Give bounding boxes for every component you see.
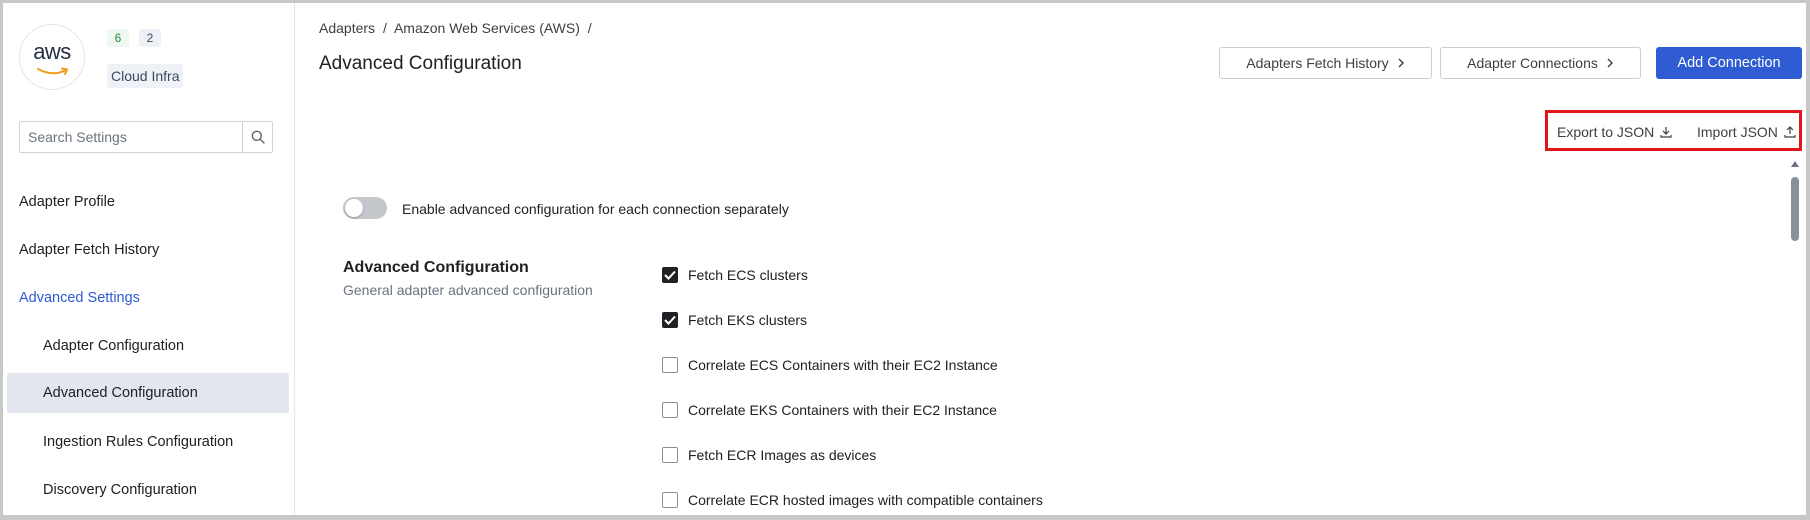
download-icon (1660, 127, 1672, 138)
import-json-label: Import JSON (1697, 124, 1778, 140)
option-row[interactable]: Fetch ECS clusters (662, 265, 808, 285)
sidebar-item-discovery-configuration[interactable]: Discovery Configuration (3, 470, 291, 510)
aws-logo: aws (19, 24, 85, 90)
scroll-up-arrow-icon[interactable] (1791, 161, 1799, 167)
checkbox-checked[interactable] (662, 312, 678, 328)
page-title: Advanced Configuration (319, 53, 522, 74)
option-label: Fetch ECS clusters (688, 267, 808, 283)
checkmark-icon (664, 315, 676, 325)
option-row[interactable]: Fetch ECR Images as devices (662, 445, 876, 465)
success-count-badge: 6 (107, 29, 129, 47)
connection-count-badge: 2 (139, 29, 161, 47)
chevron-right-icon (1398, 58, 1404, 68)
search-button[interactable] (242, 122, 272, 152)
toggle-knob (345, 199, 363, 217)
checkbox-checked[interactable] (662, 267, 678, 283)
sidebar-item-adapter-fetch-history[interactable]: Adapter Fetch History (3, 230, 291, 270)
settings-sidebar: aws 6 2 Cloud Infra Adapter Profile Adap… (3, 3, 295, 515)
chevron-right-icon (1607, 58, 1613, 68)
add-connection-button[interactable]: Add Connection (1656, 47, 1802, 79)
app-window: aws 6 2 Cloud Infra Adapter Profile Adap… (3, 3, 1806, 515)
per-connection-toggle[interactable] (343, 197, 387, 219)
export-json-button[interactable]: Export to JSON (1557, 124, 1672, 140)
fetch-history-label: Adapters Fetch History (1246, 55, 1389, 71)
checkbox-unchecked[interactable] (662, 402, 678, 418)
export-json-label: Export to JSON (1557, 124, 1655, 140)
scrollbar[interactable] (1789, 161, 1801, 515)
search-input[interactable] (20, 122, 242, 152)
breadcrumb-separator: / (587, 20, 592, 36)
category-chip: Cloud Infra (107, 64, 184, 88)
sidebar-item-adapter-profile[interactable]: Adapter Profile (3, 182, 291, 222)
option-label: Correlate EKS Containers with their EC2 … (688, 402, 997, 418)
upload-icon (1784, 126, 1796, 138)
option-row[interactable]: Correlate EKS Containers with their EC2 … (662, 400, 997, 420)
breadcrumb: Adapters / Amazon Web Services (AWS) / (319, 20, 596, 36)
checkbox-unchecked[interactable] (662, 492, 678, 508)
sidebar-item-adapter-configuration[interactable]: Adapter Configuration (3, 326, 291, 366)
checkbox-unchecked[interactable] (662, 357, 678, 373)
section-title: Advanced Configuration (343, 259, 529, 276)
sidebar-item-ingestion-rules[interactable]: Ingestion Rules Configuration (3, 422, 291, 462)
scroll-thumb[interactable] (1791, 177, 1799, 241)
sidebar-item-advanced-settings[interactable]: Advanced Settings (3, 278, 291, 318)
aws-logo-text: aws (33, 39, 71, 64)
breadcrumb-adapters-link[interactable]: Adapters (319, 20, 375, 36)
option-label: Fetch ECR Images as devices (688, 447, 877, 463)
option-row[interactable]: Fetch EKS clusters (662, 310, 807, 330)
checkmark-icon (664, 270, 676, 280)
json-actions-highlight: Export to JSON Import JSON (1545, 110, 1802, 151)
option-label: Correlate ECR hosted images with compati… (688, 492, 1043, 508)
aws-smile-icon (37, 67, 69, 75)
search-icon (251, 130, 265, 144)
checkbox-unchecked[interactable] (662, 447, 678, 463)
toggle-label: Enable advanced configuration for each c… (402, 201, 789, 217)
import-json-button[interactable]: Import JSON (1697, 124, 1796, 140)
option-row[interactable]: Correlate ECS Containers with their EC2 … (662, 355, 998, 375)
adapters-fetch-history-button[interactable]: Adapters Fetch History (1219, 47, 1432, 79)
section-subtitle: General adapter advanced configuration (343, 282, 593, 298)
option-label: Correlate ECS Containers with their EC2 … (688, 357, 998, 373)
sidebar-item-advanced-configuration[interactable]: Advanced Configuration (7, 373, 289, 413)
option-row[interactable]: Correlate ECR hosted images with compati… (662, 490, 1043, 510)
breadcrumb-aws-link[interactable]: Amazon Web Services (AWS) (394, 20, 580, 36)
settings-search (19, 121, 273, 153)
connections-label: Adapter Connections (1467, 55, 1598, 71)
option-label: Fetch EKS clusters (688, 312, 808, 328)
adapter-connections-button[interactable]: Adapter Connections (1440, 47, 1641, 79)
breadcrumb-separator: / (382, 20, 387, 36)
